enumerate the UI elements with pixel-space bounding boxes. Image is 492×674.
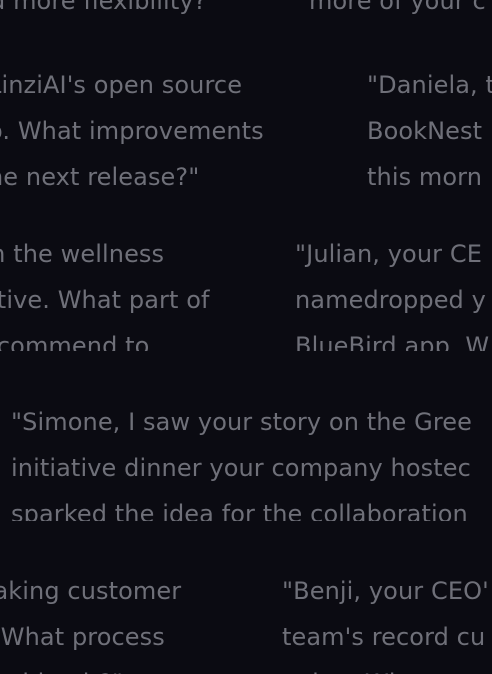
suggestion-text-line: "Julian, your CE bbox=[295, 240, 482, 268]
suggestion-text-line: this morn bbox=[367, 163, 483, 186]
suggestion-text-line: m the wellness bbox=[0, 240, 165, 268]
suggestion-text-line: making customer bbox=[0, 577, 182, 605]
suggestion-card[interactable]: LinziAI's open source o. What improvemen… bbox=[0, 62, 308, 186]
suggestion-text-line: LinziAI's open source bbox=[0, 71, 243, 99]
suggestion-card[interactable]: m the wellness ative. What part of ecomm… bbox=[0, 231, 242, 351]
suggestion-text-line: "Daniela, t bbox=[367, 71, 492, 99]
suggestion-card[interactable]: "Simone, I saw your story on the Gree in… bbox=[11, 399, 492, 521]
suggestion-text-line: "Simone, I saw your story on the Gree bbox=[11, 408, 473, 436]
suggestion-text-line: namedropped y bbox=[295, 286, 486, 314]
suggestion-card[interactable]: "Daniela, t BookNest this morn bbox=[367, 62, 492, 186]
suggestion-text-line: d more flexibility?" bbox=[0, 0, 218, 14]
suggestion-card[interactable]: making customer n. What process roaching… bbox=[0, 568, 240, 674]
suggestion-text-line: n. What process bbox=[0, 623, 165, 651]
suggestion-text-line: "Benji, your CEO' bbox=[282, 577, 489, 605]
prompt-suggestion-wall: d more flexibility?" more of your c Linz… bbox=[0, 0, 492, 674]
suggestion-card[interactable]: more of your c bbox=[309, 0, 492, 14]
suggestion-text-line: team's record cu bbox=[282, 623, 486, 651]
suggestion-card[interactable]: "Julian, your CE namedropped y BlueBird … bbox=[295, 231, 492, 351]
suggestion-text-line: o. What improvements bbox=[0, 117, 264, 145]
suggestion-text-line: roaching it?" bbox=[0, 660, 240, 674]
suggestion-text-line: he next release?" bbox=[0, 163, 200, 186]
suggestion-text-line: ative. What part of bbox=[0, 286, 210, 314]
suggestion-text-line: BookNest bbox=[367, 117, 483, 145]
suggestion-text-line: BlueBird app. W bbox=[295, 332, 490, 351]
suggestion-text-line: more of your c bbox=[309, 0, 486, 14]
suggestion-text-line: sparked the idea for the collaboration bbox=[11, 500, 468, 521]
suggestion-text-line: ecommend to bbox=[0, 332, 150, 351]
suggestion-card[interactable]: "Benji, your CEO' team's record cu going… bbox=[282, 568, 492, 674]
suggestion-text-line: going. What w bbox=[282, 660, 492, 674]
suggestion-text-line: initiative dinner your company hostec bbox=[11, 454, 471, 482]
suggestion-card[interactable]: d more flexibility?" bbox=[0, 0, 250, 14]
